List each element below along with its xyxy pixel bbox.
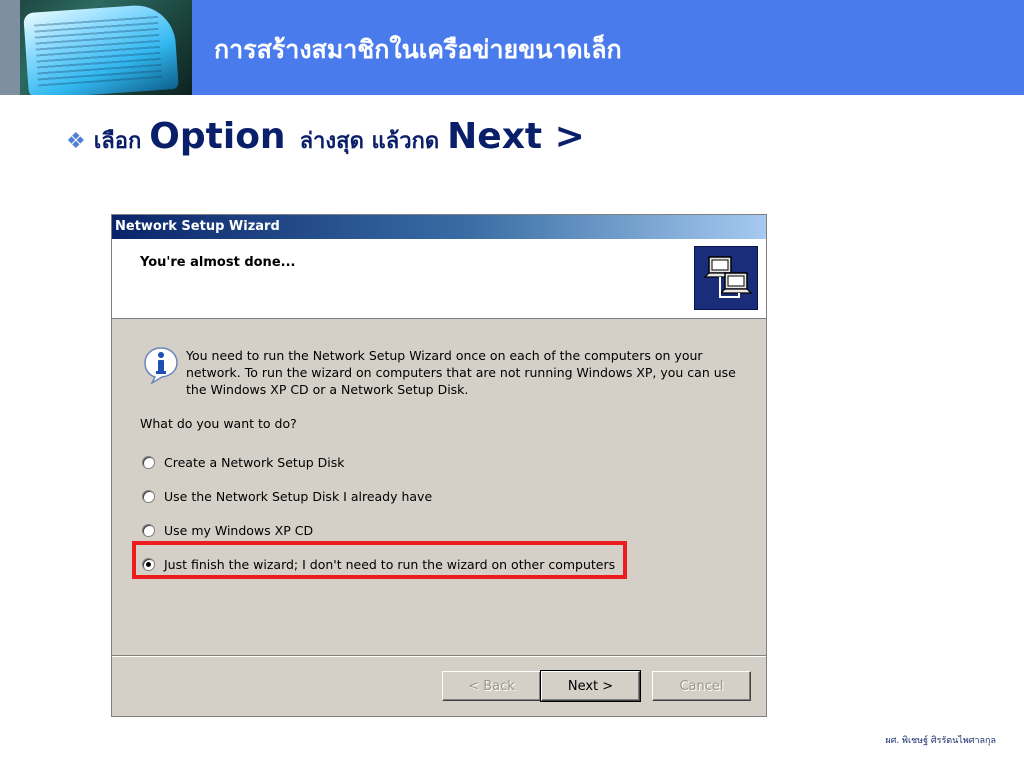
next-button[interactable]: Next > — [540, 670, 641, 702]
option-create-setup-disk[interactable]: Create a Network Setup Disk — [142, 455, 345, 470]
radio-button[interactable] — [142, 456, 155, 469]
radio-button[interactable] — [142, 490, 155, 503]
instruction-text-2: ล่างสุด แล้วกด — [299, 128, 440, 154]
wizard-heading: You're almost done... — [140, 255, 296, 270]
author-credit: ผศ. พิเชษฐ์ ศิรรัตนไพศาลกุล — [885, 736, 996, 746]
cancel-button[interactable]: Cancel — [652, 671, 751, 701]
back-button[interactable]: < Back — [442, 671, 541, 701]
button-separator — [112, 655, 766, 657]
instruction-bullet: ❖ เลือก Option ล่างสุด แล้วกด Next > — [66, 116, 599, 160]
wizard-header: You're almost done... — [112, 239, 766, 319]
instruction-keyword-option: Option — [149, 116, 286, 157]
instruction-text-1: เลือก — [93, 128, 142, 154]
option-label: Use the Network Setup Disk I already hav… — [164, 489, 433, 504]
radio-button[interactable] — [142, 524, 155, 537]
window-title-bar[interactable]: Network Setup Wizard — [112, 215, 766, 239]
info-icon — [142, 346, 180, 385]
network-computers-icon — [694, 246, 758, 310]
instruction-keyword-next: Next > — [447, 116, 585, 157]
option-label: Create a Network Setup Disk — [164, 455, 345, 470]
slide-title: การสร้างสมาชิกในเครือข่ายขนาดเล็ก — [214, 35, 622, 64]
red-highlight-box — [132, 541, 627, 579]
info-message: You need to run the Network Setup Wizard… — [186, 348, 736, 397]
slide-header: การสร้างสมาชิกในเครือข่ายขนาดเล็ก — [0, 0, 1024, 95]
option-use-windows-xp-cd[interactable]: Use my Windows XP CD — [142, 523, 313, 538]
network-setup-wizard-dialog: Network Setup Wizard You're almost done.… — [111, 214, 767, 717]
option-label: Use my Windows XP CD — [164, 523, 314, 538]
window-title: Network Setup Wizard — [115, 219, 280, 234]
computer-screen-image — [0, 0, 192, 95]
diamond-bullet-icon: ❖ — [66, 129, 86, 154]
question-label: What do you want to do? — [140, 416, 297, 431]
option-use-setup-disk[interactable]: Use the Network Setup Disk I already hav… — [142, 489, 432, 504]
